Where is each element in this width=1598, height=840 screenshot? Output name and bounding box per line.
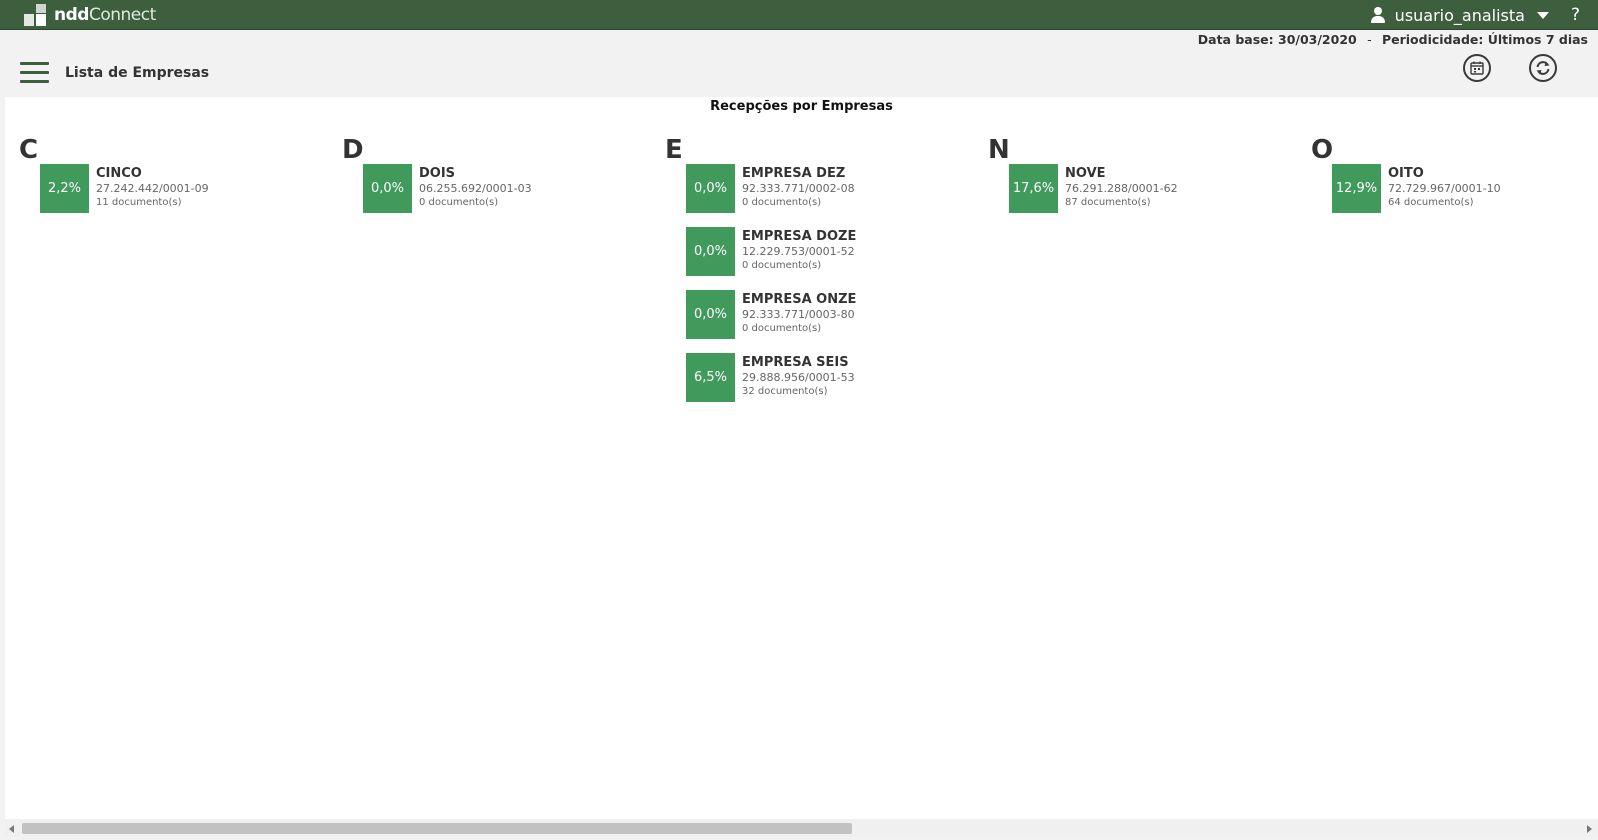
percent-tile[interactable]: 12,9% — [1332, 164, 1381, 213]
company-cnpj: 12.229.753/0001-52 — [742, 245, 855, 258]
periodicity-label: Periodicidade: — [1381, 32, 1484, 47]
company-name: EMPRESA ONZE — [742, 292, 857, 307]
company-card-empresa-doze[interactable]: 0,0% EMPRESA DOZE 12.229.753/0001-52 0 d… — [686, 227, 951, 276]
percent-tile[interactable]: 17,6% — [1009, 164, 1058, 213]
group-d: D 0,0% DOIS 06.255.692/0001-03 0 documen… — [328, 136, 628, 227]
group-letter: N — [988, 135, 1010, 165]
company-info: CINCO 27.242.442/0001-09 11 documento(s) — [96, 164, 209, 213]
company-cnpj: 92.333.771/0002-08 — [742, 182, 855, 195]
group-n: N 17,6% NOVE 76.291.288/0001-62 87 docum… — [974, 136, 1274, 227]
company-docs: 0 documento(s) — [419, 197, 499, 208]
calendar-button[interactable] — [1463, 54, 1491, 82]
group-c: C 2,2% CINCO 27.242.442/0001-09 11 docum… — [5, 136, 305, 227]
username: usuario_analista — [1394, 5, 1525, 25]
help-button[interactable]: ? — [1571, 5, 1580, 25]
data-base-value: 30/03/2020 — [1278, 32, 1357, 47]
company-info: NOVE 76.291.288/0001-62 87 documento(s) — [1065, 164, 1178, 213]
group-o: O 12,9% OITO 72.729.967/0001-10 64 docum… — [1297, 136, 1587, 227]
company-name: DOIS — [419, 166, 456, 181]
company-name: NOVE — [1065, 166, 1106, 181]
refresh-button[interactable] — [1529, 54, 1557, 82]
company-name: OITO — [1388, 166, 1424, 181]
logo-mark-icon — [24, 4, 48, 26]
company-docs: 87 documento(s) — [1065, 197, 1151, 208]
info-separator: - — [1367, 32, 1372, 47]
company-docs: 32 documento(s) — [742, 386, 828, 397]
database-info: Data base: 30/03/2020 - Periodicidade: Ú… — [1198, 32, 1588, 47]
company-docs: 11 documento(s) — [96, 197, 182, 208]
hamburger-menu-icon[interactable] — [20, 62, 49, 84]
company-cnpj: 27.242.442/0001-09 — [96, 182, 209, 195]
company-name: EMPRESA DEZ — [742, 166, 846, 181]
company-cnpj: 72.729.967/0001-10 — [1388, 182, 1501, 195]
percent-tile[interactable]: 6,5% — [686, 353, 735, 402]
data-base-label: Data base: — [1197, 32, 1274, 47]
company-info: EMPRESA SEIS 29.888.956/0001-53 32 docum… — [742, 353, 855, 402]
company-info: EMPRESA DEZ 92.333.771/0002-08 0 documen… — [742, 164, 855, 213]
company-info: DOIS 06.255.692/0001-03 0 documento(s) — [419, 164, 532, 213]
company-cnpj: 29.888.956/0001-53 — [742, 371, 855, 384]
calendar-icon — [1470, 61, 1484, 75]
chevron-down-icon[interactable] — [1536, 11, 1549, 19]
refresh-icon — [1536, 61, 1550, 75]
group-letter: D — [342, 135, 364, 165]
periodicity-value: Últimos 7 dias — [1487, 32, 1588, 47]
horizontal-scrollbar[interactable] — [5, 820, 1598, 837]
percent-tile[interactable]: 2,2% — [40, 164, 89, 213]
ndd-connect-logo[interactable]: nddConnect — [24, 4, 156, 26]
company-card-cinco[interactable]: 2,2% CINCO 27.242.442/0001-09 11 documen… — [40, 164, 305, 213]
user-menu[interactable]: usuario_analista ? — [1370, 0, 1580, 30]
company-info: OITO 72.729.967/0001-10 64 documento(s) — [1388, 164, 1501, 213]
company-card-empresa-onze[interactable]: 0,0% EMPRESA ONZE 92.333.771/0003-80 0 d… — [686, 290, 951, 339]
company-card-dois[interactable]: 0,0% DOIS 06.255.692/0001-03 0 documento… — [363, 164, 628, 213]
company-info: EMPRESA ONZE 92.333.771/0003-80 0 docume… — [742, 290, 856, 339]
scroll-right-arrow-icon[interactable] — [1587, 825, 1592, 833]
top-bar: nddConnect usuario_analista ? — [0, 0, 1598, 30]
company-docs: 0 documento(s) — [742, 323, 822, 334]
company-card-oito[interactable]: 12,9% OITO 72.729.967/0001-10 64 documen… — [1332, 164, 1587, 213]
group-letter: E — [665, 135, 683, 165]
company-docs: 0 documento(s) — [742, 260, 822, 271]
percent-tile[interactable]: 0,0% — [686, 290, 735, 339]
page-title: Lista de Empresas — [65, 65, 210, 81]
company-cnpj: 92.333.771/0003-80 — [742, 308, 855, 321]
company-cnpj: 76.291.288/0001-62 — [1065, 182, 1178, 195]
company-name: EMPRESA SEIS — [742, 355, 849, 370]
company-name: EMPRESA DOZE — [742, 229, 857, 244]
company-card-nove[interactable]: 17,6% NOVE 76.291.288/0001-62 87 documen… — [1009, 164, 1274, 213]
group-letter: C — [19, 135, 39, 165]
user-icon — [1370, 7, 1385, 23]
percent-tile[interactable]: 0,0% — [363, 164, 412, 213]
company-card-empresa-seis[interactable]: 6,5% EMPRESA SEIS 29.888.956/0001-53 32 … — [686, 353, 951, 402]
company-info: EMPRESA DOZE 12.229.753/0001-52 0 docume… — [742, 227, 856, 276]
panel-title: Recepções por Empresas — [710, 99, 893, 114]
group-e: E 0,0% EMPRESA DEZ 92.333.771/0002-08 0 … — [651, 136, 951, 416]
company-name: CINCO — [96, 166, 142, 181]
company-docs: 64 documento(s) — [1388, 197, 1474, 208]
logo-text: nddConnect — [54, 5, 156, 25]
companies-panel: Recepções por Empresas C 2,2% CINCO 27.2… — [5, 97, 1598, 819]
group-letter: O — [1311, 135, 1334, 165]
company-docs: 0 documento(s) — [742, 197, 822, 208]
scrollbar-thumb[interactable] — [22, 823, 852, 834]
scroll-left-arrow-icon[interactable] — [9, 825, 14, 833]
company-cnpj: 06.255.692/0001-03 — [419, 182, 532, 195]
company-card-empresa-dez[interactable]: 0,0% EMPRESA DEZ 92.333.771/0002-08 0 do… — [686, 164, 951, 213]
percent-tile[interactable]: 0,0% — [686, 164, 735, 213]
percent-tile[interactable]: 0,0% — [686, 227, 735, 276]
